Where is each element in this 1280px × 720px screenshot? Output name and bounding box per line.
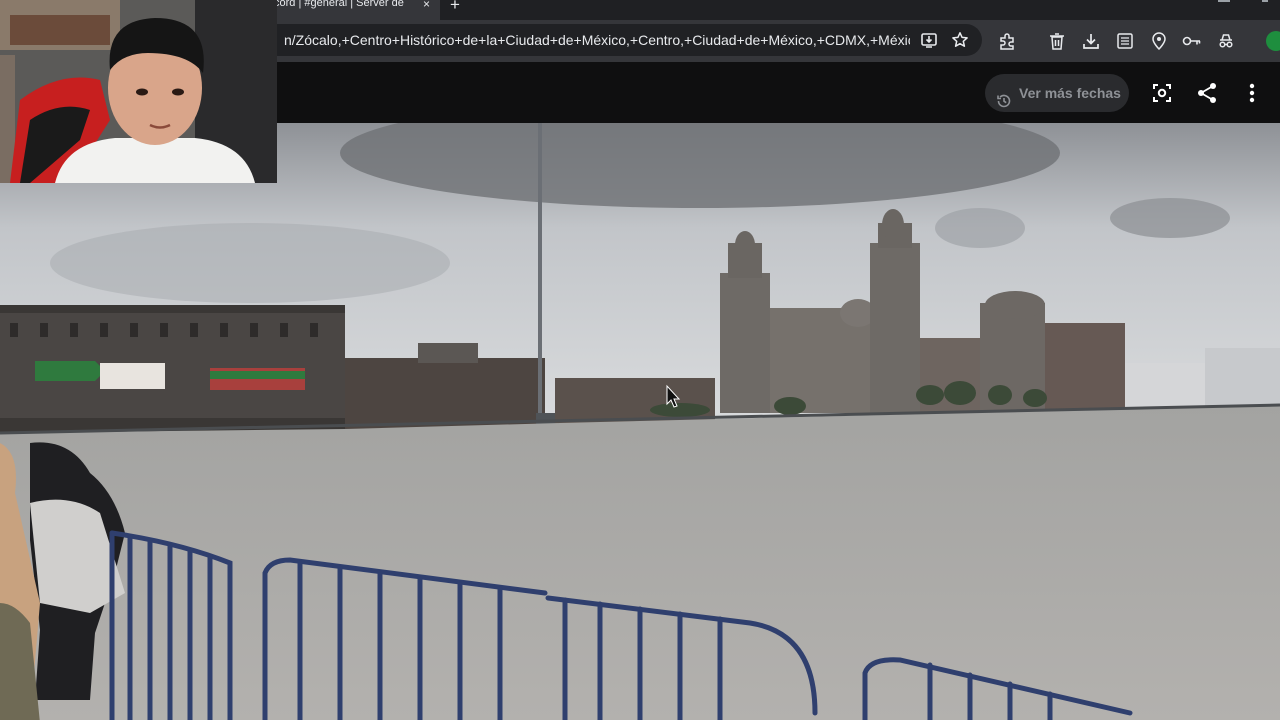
address-url[interactable]: n/Zócalo,+Centro+Histórico+de+la+Ciudad+… (284, 24, 910, 56)
download-icon[interactable] (1081, 31, 1101, 51)
more-dates-label: Ver más fechas (1019, 85, 1121, 101)
history-icon (996, 85, 1012, 123)
screenshot-icon[interactable] (1150, 81, 1174, 105)
incognito-icon[interactable] (1216, 31, 1236, 51)
install-icon[interactable] (918, 24, 940, 56)
share-icon[interactable] (1195, 81, 1219, 105)
profile-avatar[interactable] (1266, 31, 1280, 51)
minimize-icon[interactable] (1218, 0, 1230, 2)
address-bar[interactable]: n/Zócalo,+Centro+Histórico+de+la+Ciudad+… (262, 24, 982, 56)
star-icon[interactable] (949, 24, 971, 56)
panorama-scene (0, 123, 1280, 720)
tab-title: cord | #general | Server de (274, 0, 404, 9)
reader-icon[interactable] (1115, 31, 1135, 51)
webcam-overlay (0, 0, 277, 183)
extensions-icon[interactable] (997, 31, 1017, 51)
more-dates-button[interactable]: Ver más fechas (985, 74, 1129, 112)
new-tab-button[interactable]: + (450, 0, 460, 15)
close-window-icon[interactable] (1262, 0, 1268, 2)
key-icon[interactable] (1182, 31, 1202, 51)
tab-close-icon[interactable]: × (423, 0, 430, 11)
more-vert-icon[interactable] (1240, 81, 1264, 105)
streetview-panorama[interactable] (0, 123, 1280, 720)
browser-tab[interactable]: cord | #general | Server de × (262, 0, 440, 20)
location-icon[interactable] (1149, 31, 1169, 51)
trash-icon[interactable] (1047, 31, 1067, 51)
